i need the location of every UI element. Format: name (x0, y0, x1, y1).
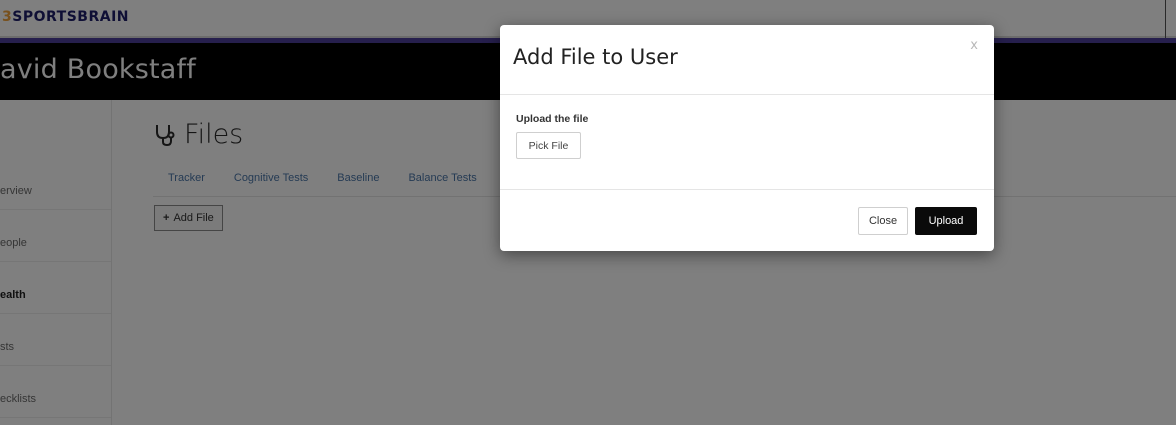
modal-body: Upload the file Pick File (500, 95, 994, 190)
modal-footer: Close Upload (500, 190, 994, 251)
add-file-modal: Add File to User x Upload the file Pick … (500, 25, 994, 251)
pick-file-button[interactable]: Pick File (516, 132, 581, 159)
upload-button[interactable]: Upload (915, 207, 977, 235)
modal-title: Add File to User (513, 45, 678, 69)
close-button[interactable]: Close (858, 207, 908, 235)
modal-header: Add File to User x (500, 25, 994, 95)
upload-file-label: Upload the file (516, 113, 589, 125)
close-icon[interactable]: x (970, 38, 978, 53)
